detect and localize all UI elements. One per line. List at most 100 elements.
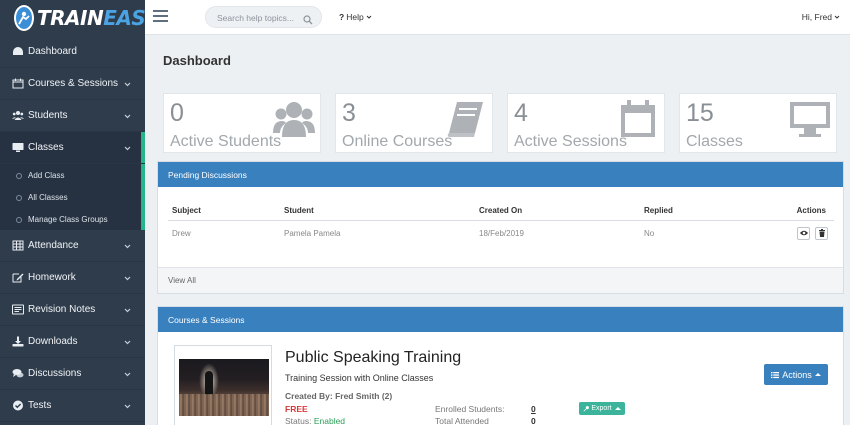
submenu-item-add-class[interactable]: Add Class (0, 164, 145, 186)
user-menu[interactable]: Hi, Fred (802, 12, 840, 22)
sidebar-item-label: Courses & Sessions (28, 78, 119, 89)
sidebar-item-label: Tests (28, 400, 52, 411)
sidebar-item-label: Downloads (28, 336, 78, 347)
course-subtitle: Training Session with Online Classes (285, 373, 434, 383)
stat-label: Active Sessions (514, 133, 627, 150)
sidebar-item-discussions[interactable]: Discussions (0, 358, 145, 390)
users-icon (12, 110, 24, 121)
stat-label: Online Courses (342, 133, 453, 150)
sidebar-item-attendance[interactable]: Attendance (0, 230, 145, 262)
chevron-down-icon (124, 306, 131, 313)
user-greeting: Hi, Fred (801, 12, 832, 22)
question-icon: ? (339, 12, 345, 22)
chevron-down-icon (124, 338, 131, 345)
chevron-down-icon (124, 242, 131, 249)
cell-replied: No (644, 228, 655, 238)
help-label: Help (346, 12, 364, 22)
users-icon (273, 99, 315, 139)
chevron-down-icon (366, 15, 372, 19)
sidebar-item-label: Discussions (28, 368, 82, 379)
panel-title: Pending Discussions (158, 162, 843, 187)
stat-value: 3 (342, 99, 356, 127)
view-all-link[interactable]: View All (158, 267, 843, 293)
edit-icon (12, 272, 24, 283)
help-menu[interactable]: ? Help (339, 12, 372, 22)
course-status: Status: Enabled (285, 416, 345, 425)
discussions-table: Subject Student Created On Replied Actio… (168, 200, 834, 245)
view-button[interactable] (797, 226, 810, 240)
caret-up-icon (614, 407, 621, 410)
sidebar: TRAINEASY Dashboard Courses & Sessions S… (0, 0, 160, 425)
courses-sessions-panel: Courses & Sessions Public Speaking Train… (157, 306, 844, 425)
main-content: Dashboard 0 Active Students 3 Online Cou… (145, 35, 850, 425)
sidebar-item-classes[interactable]: Classes (0, 132, 145, 164)
stat-card-classes[interactable]: 15 Classes (679, 93, 837, 153)
cell-actions (759, 226, 834, 240)
sidebar-nav: Dashboard Courses & Sessions Students Cl… (0, 36, 145, 422)
download-icon (12, 336, 24, 347)
stat-card-active-sessions[interactable]: 4 Active Sessions (507, 93, 665, 153)
comments-icon (12, 368, 24, 379)
stat-label: Active Students (170, 133, 282, 150)
course-title[interactable]: Public Speaking Training (285, 349, 461, 367)
panel-title: Courses & Sessions (158, 307, 843, 332)
enrolled-value-link[interactable]: 0 (531, 404, 536, 414)
sidebar-item-revision-notes[interactable]: Revision Notes (0, 294, 145, 326)
logo-icon (14, 5, 34, 31)
actions-button[interactable]: Actions (764, 364, 828, 385)
enrolled-label: Enrolled Students: (435, 404, 505, 414)
classes-submenu: Add Class All Classes Manage Class Group… (0, 164, 145, 230)
column-header-actions: Actions (796, 205, 826, 215)
menu-toggle-icon[interactable] (153, 10, 168, 23)
dashboard-icon (12, 46, 24, 57)
sidebar-item-dashboard[interactable]: Dashboard (0, 36, 145, 68)
status-label: Status: (285, 416, 312, 425)
sidebar-item-courses-sessions[interactable]: Courses & Sessions (0, 68, 145, 100)
sidebar-item-label: Classes (28, 142, 64, 153)
stat-card-online-courses[interactable]: 3 Online Courses (335, 93, 493, 153)
monitor-icon (12, 142, 24, 153)
stat-value: 4 (514, 99, 528, 127)
stat-value: 0 (170, 99, 184, 127)
search-input[interactable] (217, 11, 305, 24)
chevron-down-icon (124, 112, 131, 119)
stat-value: 15 (686, 99, 714, 127)
sidebar-item-students[interactable]: Students (0, 100, 145, 132)
sidebar-item-label: Revision Notes (28, 304, 96, 315)
table-icon (12, 240, 24, 251)
attended-label: Total Attended (435, 416, 489, 425)
course-thumbnail[interactable] (174, 345, 272, 425)
page-title: Dashboard (163, 53, 231, 68)
submenu-item-manage-class-groups[interactable]: Manage Class Groups (0, 208, 145, 230)
actions-label: Actions (782, 369, 812, 380)
column-header-student: Student (284, 205, 314, 215)
export-label: Export (591, 405, 612, 412)
brand-logo[interactable]: TRAINEASY (0, 0, 160, 36)
column-header-subject: Subject (172, 205, 201, 215)
stat-card-active-students[interactable]: 0 Active Students (163, 93, 321, 153)
search-icon[interactable] (303, 12, 313, 25)
eye-icon (799, 230, 808, 236)
cell-subject: Drew (172, 228, 191, 238)
book-icon (445, 99, 487, 139)
course-created-by: Created By: Fred Smith (2) (285, 391, 393, 401)
course-price: FREE (285, 404, 308, 414)
export-button[interactable]: Export (579, 402, 625, 415)
top-bar: ? Help Hi, Fred (145, 0, 850, 35)
wrench-icon (583, 405, 590, 411)
calendar-icon (617, 99, 659, 139)
calendar-icon (12, 78, 24, 89)
sidebar-item-downloads[interactable]: Downloads (0, 326, 145, 358)
sidebar-item-homework[interactable]: Homework (0, 262, 145, 294)
attended-value-link[interactable]: 0 (531, 416, 536, 425)
brand-train: TRAIN (37, 6, 104, 30)
sidebar-item-label: Students (28, 110, 68, 121)
chevron-down-icon (124, 80, 131, 87)
delete-button[interactable] (815, 226, 828, 240)
sidebar-item-tests[interactable]: Tests (0, 390, 145, 422)
pending-discussions-panel: Pending Discussions Subject Student Crea… (157, 161, 844, 294)
chevron-down-icon (834, 15, 840, 19)
submenu-item-all-classes[interactable]: All Classes (0, 186, 145, 208)
sidebar-item-label: Homework (28, 272, 76, 283)
chevron-down-icon (124, 144, 131, 151)
